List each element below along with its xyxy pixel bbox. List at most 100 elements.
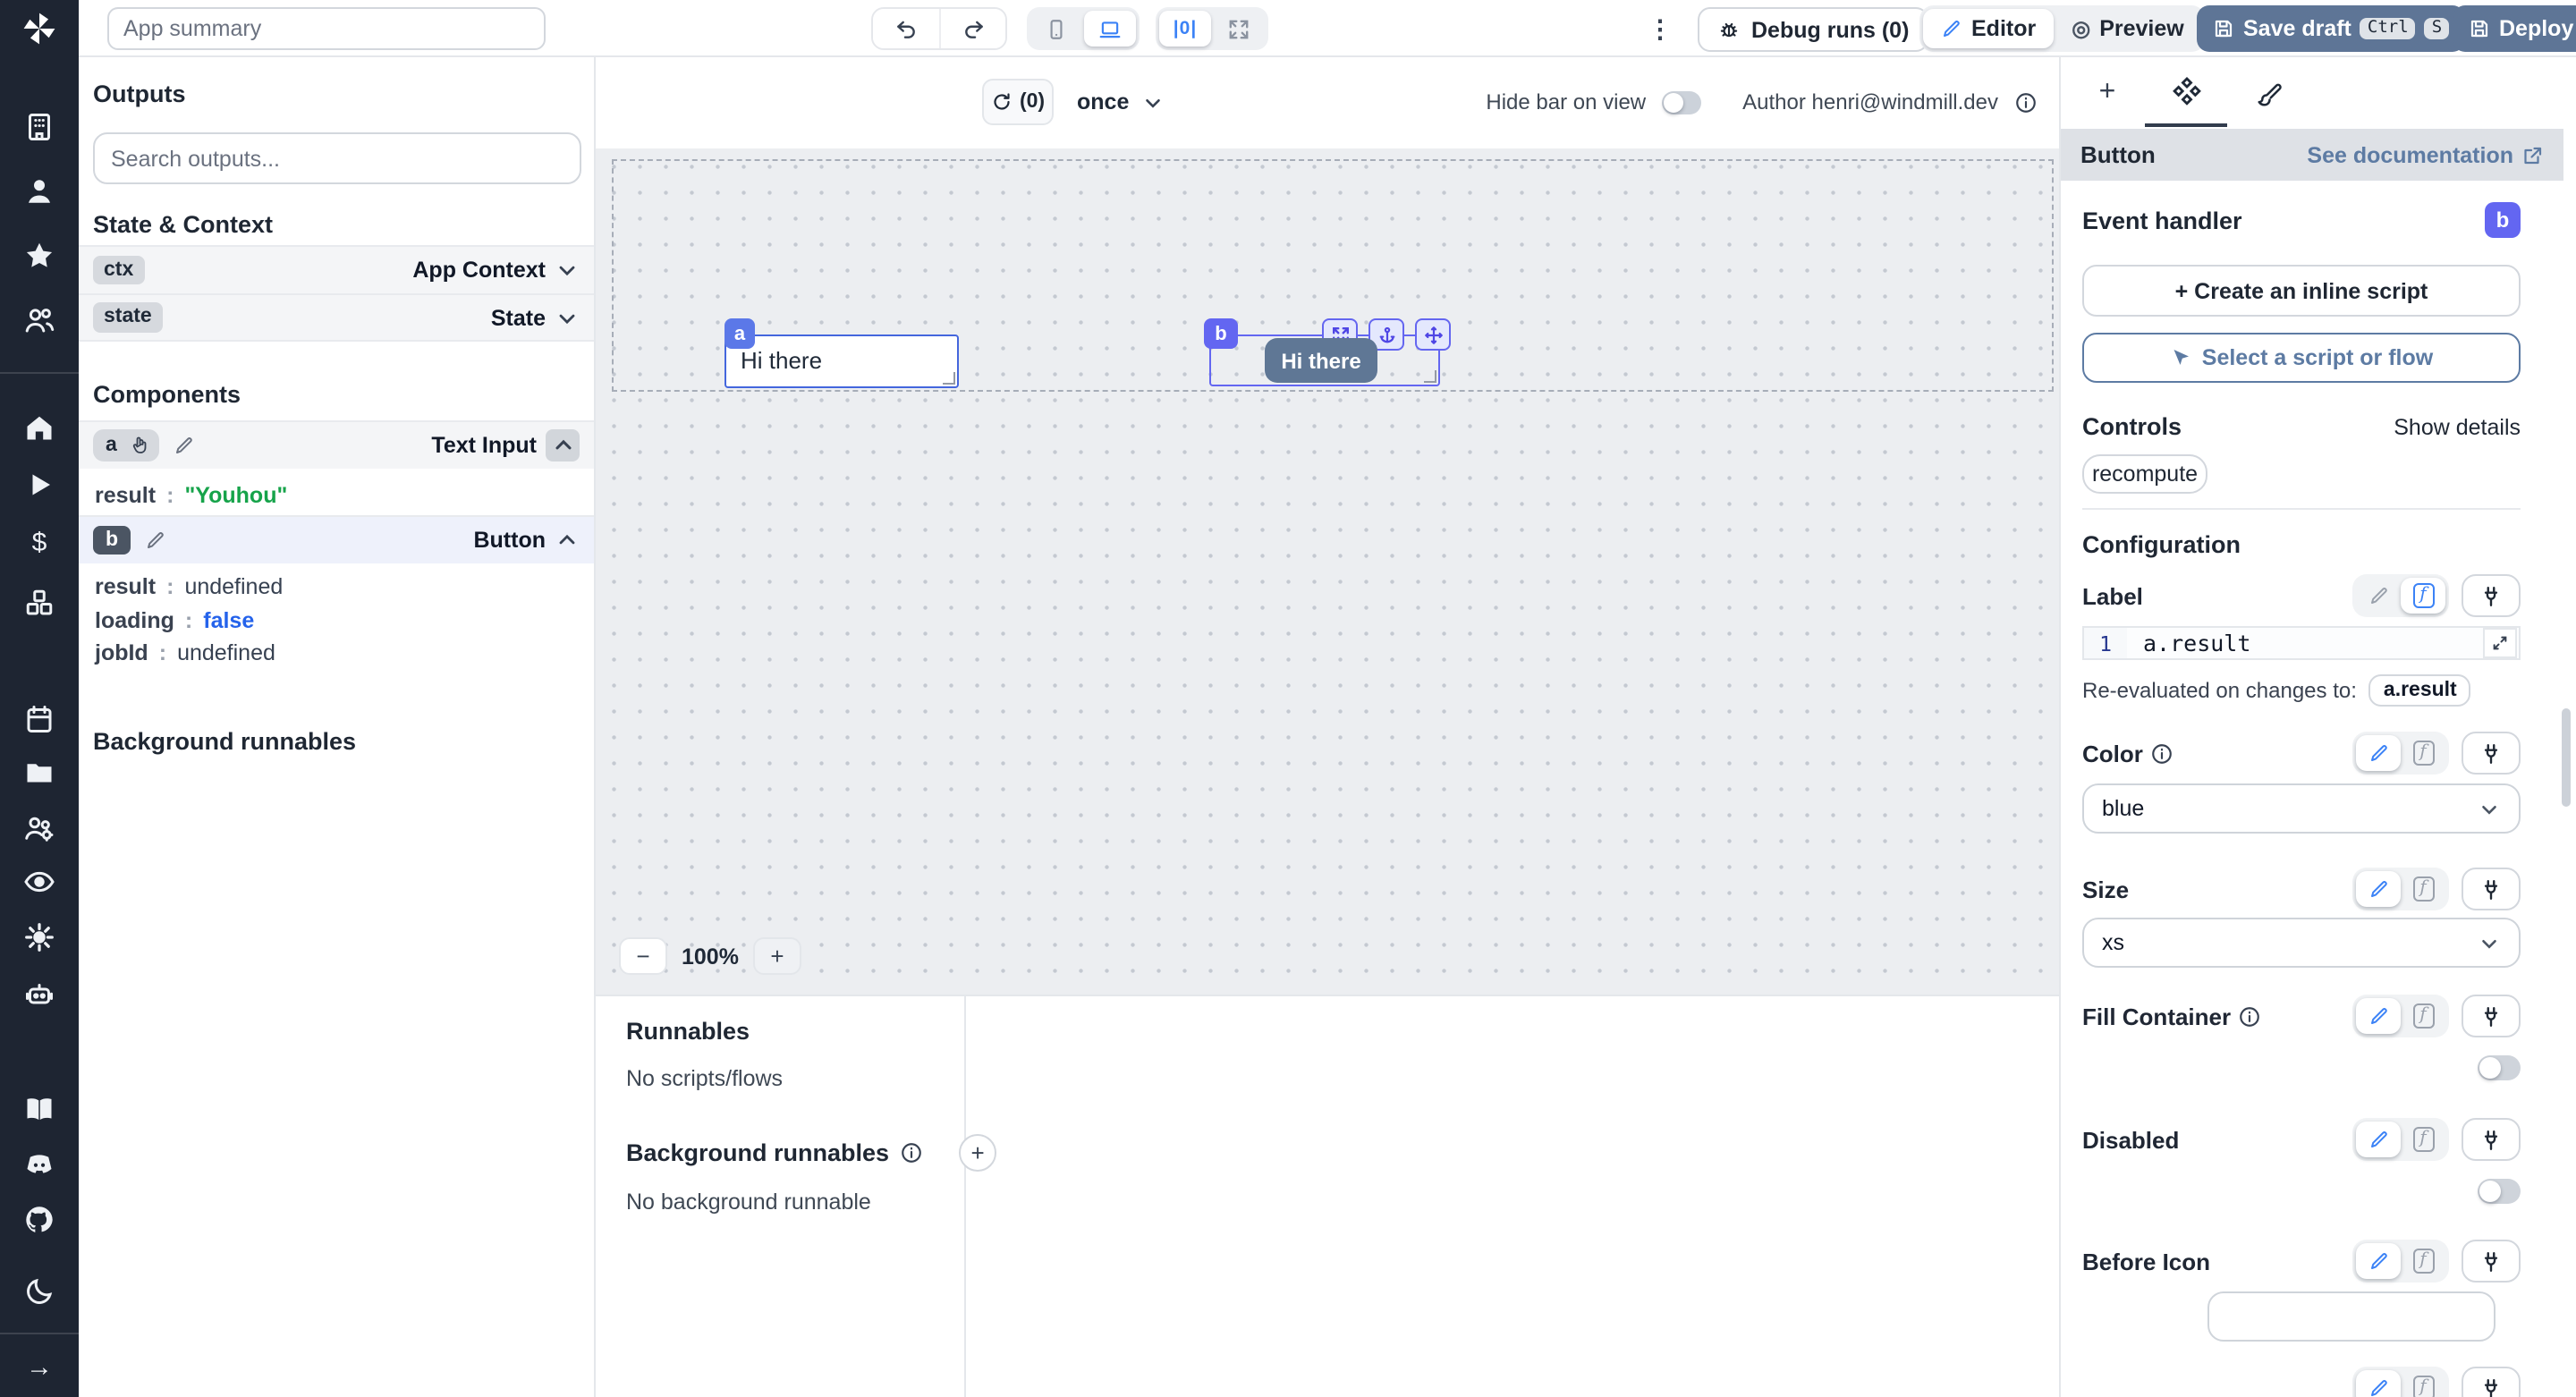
static-mode-pencil-icon[interactable]: [2356, 735, 2401, 771]
select-script-or-flow-button[interactable]: Select a script or flow: [2082, 333, 2521, 383]
connect-plug-icon[interactable]: [2462, 574, 2521, 617]
redo-button[interactable]: [939, 9, 1005, 48]
audit-logs-icon[interactable]: [23, 866, 55, 898]
see-documentation-link[interactable]: See documentation: [2307, 142, 2544, 167]
ai-bot-icon[interactable]: [23, 978, 55, 1011]
disabled-toggle[interactable]: [2478, 1179, 2521, 1204]
eval-mode-function-icon[interactable]: f: [2401, 1122, 2445, 1157]
eval-mode-function-icon[interactable]: f: [2401, 735, 2445, 771]
label-code-editor[interactable]: 1 a.result: [2082, 626, 2521, 660]
recompute-control-button[interactable]: recompute: [2082, 454, 2207, 494]
static-mode-pencil-icon[interactable]: [2356, 871, 2401, 907]
refresh-mode-dropdown[interactable]: once: [1077, 79, 1165, 125]
preview-tab[interactable]: ◎ Preview: [2054, 9, 2202, 48]
button-component-preview[interactable]: Hi there: [1265, 338, 1377, 383]
app-summary-input[interactable]: [107, 7, 546, 50]
groups-icon[interactable]: [23, 304, 55, 336]
static-mode-pencil-icon[interactable]: [2356, 1370, 2401, 1397]
search-outputs-input[interactable]: [93, 132, 581, 184]
user-icon[interactable]: [23, 175, 55, 207]
bounded-width-button[interactable]: |0|: [1159, 11, 1211, 47]
tab-insert-component[interactable]: +: [2086, 72, 2129, 114]
label-code-value[interactable]: a.result: [2127, 630, 2483, 656]
canvas-component-b-button[interactable]: b Hi there: [1204, 318, 1451, 386]
windmill-logo[interactable]: [20, 9, 59, 48]
info-icon[interactable]: [2014, 90, 2038, 114]
schedules-icon[interactable]: [23, 703, 55, 735]
move-component-button[interactable]: [1415, 318, 1451, 351]
debug-runs-button[interactable]: Debug runs (0): [1698, 7, 1929, 52]
static-mode-pencil-icon[interactable]: [2356, 1122, 2401, 1157]
discord-icon[interactable]: [23, 1148, 55, 1181]
save-draft-button[interactable]: Save draft Ctrl S: [2197, 5, 2466, 52]
canvas-component-a-textinput[interactable]: a Hi there: [724, 318, 959, 388]
star-icon[interactable]: [23, 240, 55, 272]
editor-tab[interactable]: Editor: [1923, 9, 2055, 48]
tab-styling[interactable]: [2247, 72, 2290, 114]
connect-plug-icon[interactable]: [2462, 1240, 2521, 1283]
component-row-a[interactable]: a Text Input: [79, 420, 594, 469]
docs-book-icon[interactable]: [23, 1093, 55, 1125]
deploy-button[interactable]: Deploy: [2453, 5, 2576, 52]
expand-sidebar-arrow-icon[interactable]: →: [23, 1350, 55, 1383]
collapse-a-button[interactable]: [546, 429, 580, 461]
resize-handle[interactable]: [1424, 370, 1436, 383]
connect-plug-icon[interactable]: [2462, 1118, 2521, 1161]
refresh-button[interactable]: (0): [982, 79, 1054, 125]
eval-mode-function-icon[interactable]: f: [2401, 998, 2445, 1034]
full-width-button[interactable]: [1213, 11, 1265, 47]
resize-handle[interactable]: [943, 372, 955, 385]
show-details-link[interactable]: Show details: [2394, 414, 2521, 439]
github-icon[interactable]: [23, 1204, 55, 1236]
more-menu-kebab-icon[interactable]: ⋮: [1644, 7, 1676, 50]
output-row-ctx[interactable]: ctx App Context: [79, 245, 594, 293]
eval-mode-function-icon[interactable]: f: [2401, 1370, 2445, 1397]
undo-button[interactable]: [873, 9, 939, 48]
folders-icon[interactable]: [23, 757, 55, 789]
dark-mode-moon-icon[interactable]: [23, 1275, 55, 1308]
workspace-icon[interactable]: [23, 111, 55, 143]
textinput-value[interactable]: Hi there: [726, 336, 957, 385]
chevron-down-icon[interactable]: [555, 305, 580, 330]
expand-editor-button[interactable]: [2483, 628, 2517, 658]
fill-container-toggle[interactable]: [2478, 1055, 2521, 1080]
zoom-in-button[interactable]: +: [752, 937, 801, 975]
connect-plug-icon[interactable]: [2462, 868, 2521, 910]
rename-pencil-icon[interactable]: [174, 435, 196, 456]
color-select[interactable]: blue: [2082, 783, 2521, 834]
settings-gear-icon[interactable]: [23, 921, 55, 953]
hide-bar-toggle[interactable]: [1662, 90, 1702, 114]
eval-mode-function-icon[interactable]: f: [2401, 578, 2445, 614]
reevaluated-dependency[interactable]: a.result: [2368, 674, 2471, 707]
connect-plug-icon[interactable]: [2462, 732, 2521, 775]
info-icon[interactable]: [2150, 741, 2174, 765]
chevron-down-icon[interactable]: [555, 258, 580, 283]
component-row-b[interactable]: b Button: [79, 515, 594, 563]
connect-plug-icon[interactable]: [2462, 995, 2521, 1037]
app-canvas[interactable]: a Hi there b Hi there − 100% +: [596, 148, 2059, 995]
size-select[interactable]: xs: [2082, 918, 2521, 968]
info-icon[interactable]: [2238, 1004, 2261, 1028]
home-icon[interactable]: [23, 411, 55, 444]
eval-mode-function-icon[interactable]: f: [2401, 871, 2445, 907]
variables-icon[interactable]: $: [23, 526, 55, 558]
static-mode-pencil-icon[interactable]: [2356, 1243, 2401, 1279]
chevron-up-icon[interactable]: [555, 528, 580, 553]
zoom-out-button[interactable]: −: [619, 937, 667, 975]
rename-pencil-icon[interactable]: [145, 529, 166, 551]
desktop-view-button[interactable]: [1084, 11, 1136, 47]
panel-scrollbar[interactable]: [2562, 708, 2571, 807]
runs-icon[interactable]: [23, 469, 55, 501]
create-inline-script-button[interactable]: + Create an inline script: [2082, 265, 2521, 317]
eval-mode-function-icon[interactable]: f: [2401, 1243, 2445, 1279]
info-icon[interactable]: [900, 1141, 923, 1164]
workers-icon[interactable]: [23, 812, 55, 844]
add-background-runnable-button[interactable]: +: [959, 1134, 997, 1172]
static-mode-pencil-icon[interactable]: [2356, 998, 2401, 1034]
output-row-state[interactable]: state State: [79, 293, 594, 342]
resources-icon[interactable]: [23, 587, 55, 619]
tab-component-settings[interactable]: [2145, 57, 2227, 127]
mobile-view-button[interactable]: [1030, 11, 1082, 47]
before-icon-input[interactable]: [2207, 1291, 2496, 1342]
connect-plug-icon[interactable]: [2462, 1367, 2521, 1397]
